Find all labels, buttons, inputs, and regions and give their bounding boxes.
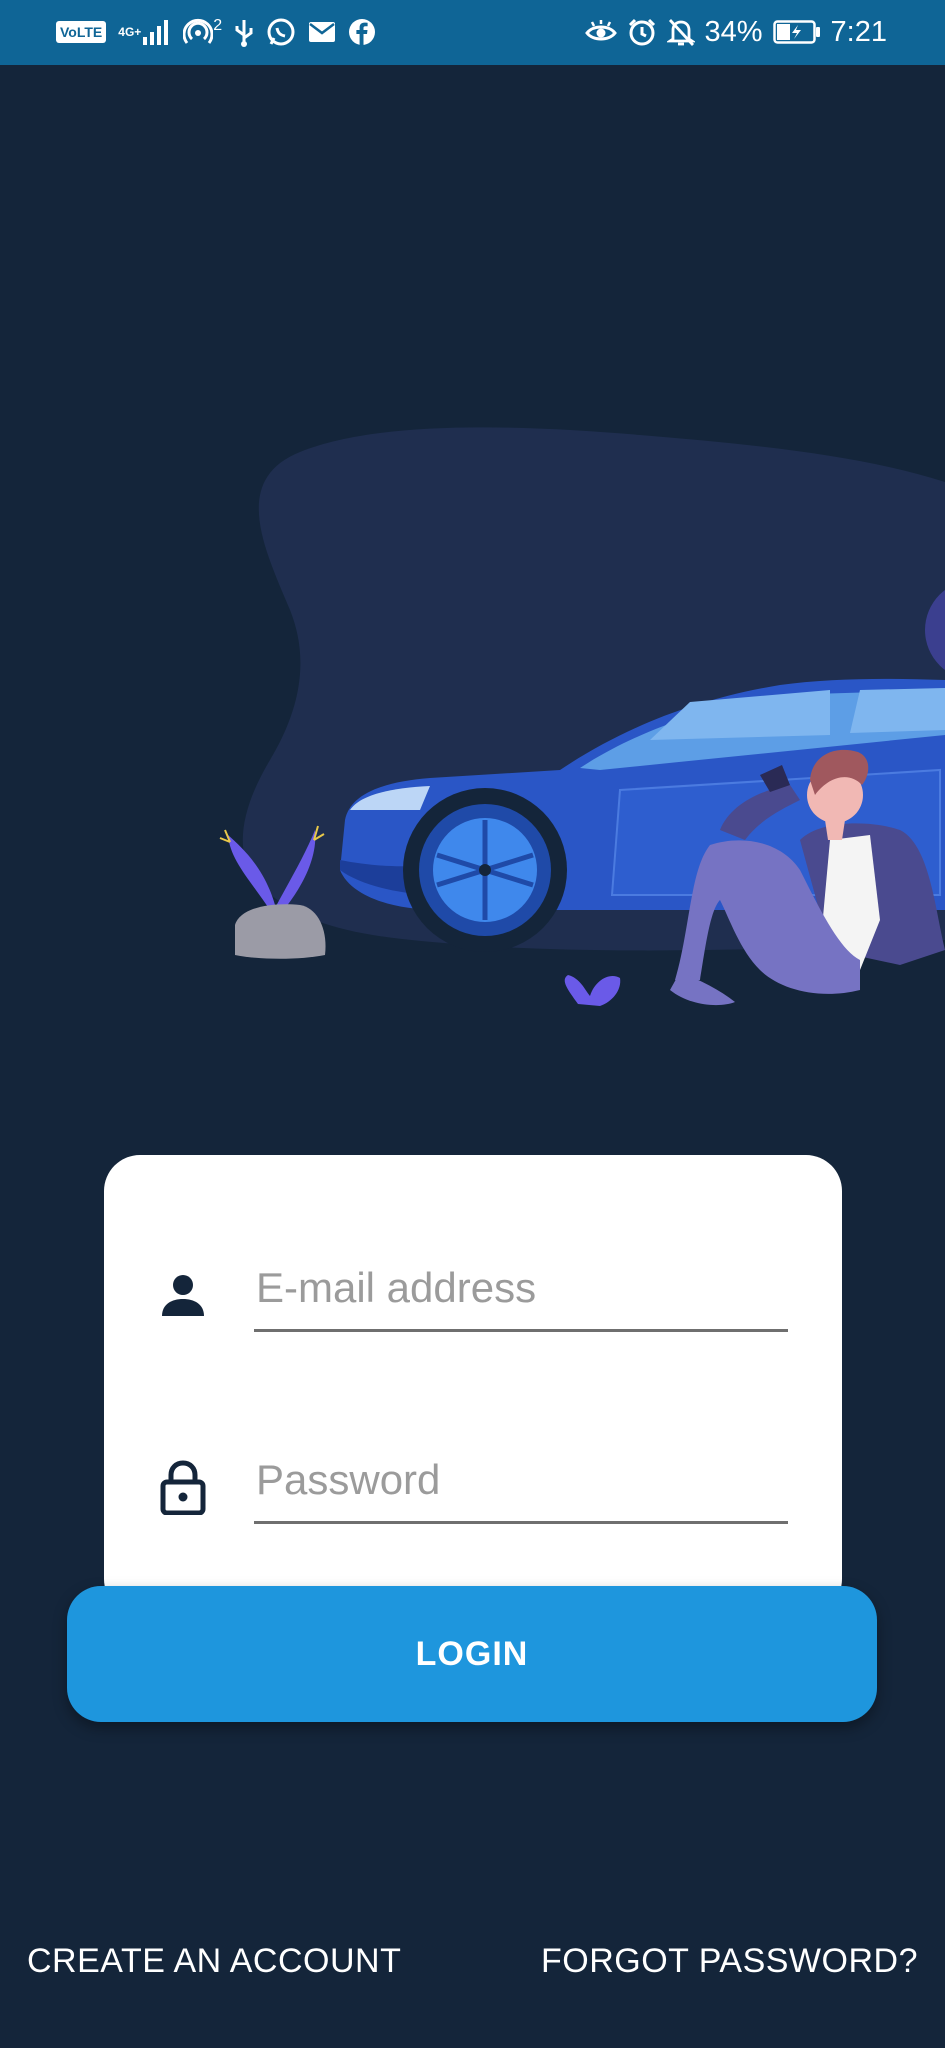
car-illustration (219, 427, 945, 1006)
battery-percent: 34% (704, 15, 763, 48)
user-icon (158, 1267, 208, 1323)
signal-icon: 4G+ (118, 19, 171, 45)
whatsapp-icon (266, 17, 296, 47)
hotspot-icon: 2 (183, 17, 222, 47)
battery-charging-icon (772, 19, 821, 45)
small-plant-shape (564, 975, 621, 1006)
hotspot-count: 2 (213, 17, 223, 34)
volte-icon: VoLTE (56, 21, 107, 43)
status-bar-left: VoLTE 4G+ 2 (56, 12, 376, 52)
eye-comfort-icon (584, 19, 617, 45)
alarm-icon (627, 17, 657, 47)
rock-shape (235, 904, 326, 959)
network-type-label: 4G+ (118, 24, 142, 39)
password-input[interactable] (254, 1447, 788, 1524)
lock-icon (158, 1459, 208, 1515)
status-bar: VoLTE 4G+ 2 34% 7:21 (0, 0, 945, 65)
login-screen: VoLTE 4G+ 2 34% 7:21 E-mail address LOGI… (0, 0, 945, 2048)
login-card (104, 1155, 842, 1615)
usb-icon (234, 17, 254, 47)
forgot-password-link[interactable]: FORGOT PASSWORD? (541, 1942, 918, 1981)
mail-icon (308, 21, 336, 43)
create-account-link[interactable]: CREATE AN ACCOUNT (27, 1942, 401, 1981)
notifications-off-icon (666, 17, 695, 47)
login-button[interactable]: LOGIN (67, 1586, 877, 1722)
clock: 7:21 (830, 15, 887, 48)
status-bar-right: 34% 7:21 (584, 12, 887, 52)
password-row (104, 1447, 842, 1527)
facebook-icon (348, 18, 376, 46)
email-input[interactable] (254, 1255, 788, 1332)
email-row (104, 1255, 842, 1335)
